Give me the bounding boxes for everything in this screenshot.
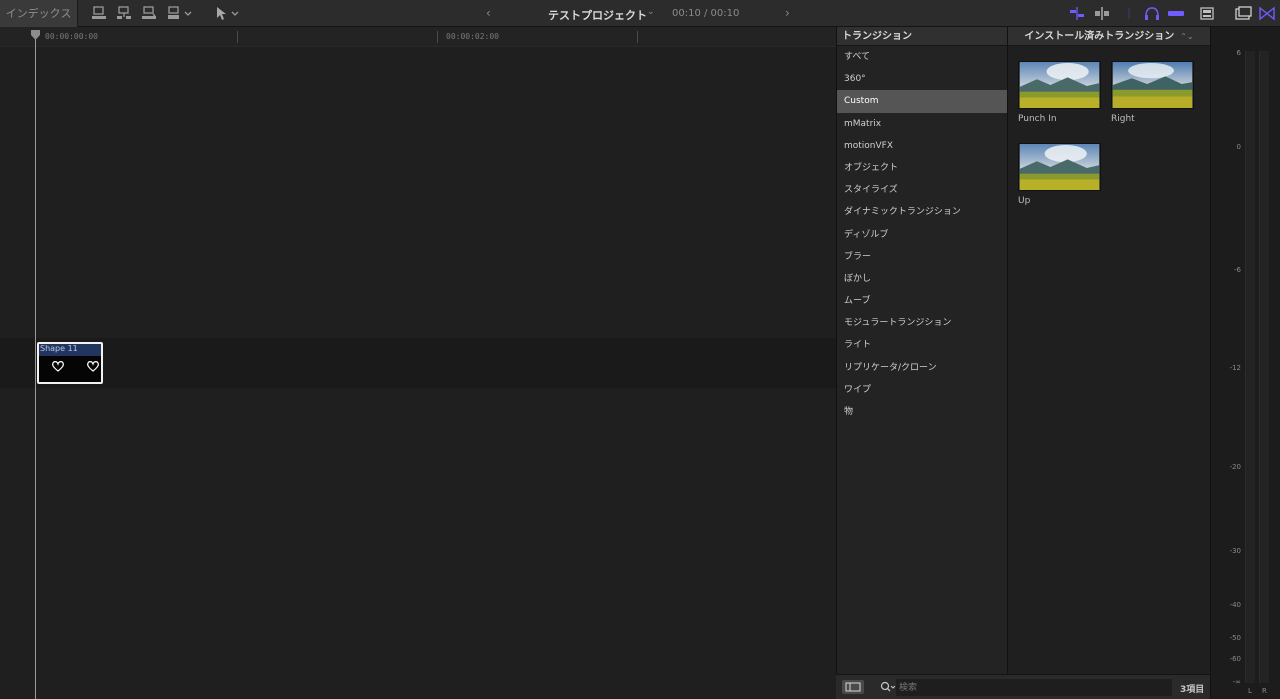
- category-item[interactable]: ぼかし: [837, 268, 1007, 290]
- timeline-ruler[interactable]: 00:00:00:00 00:00:02:00: [0, 27, 836, 47]
- category-item[interactable]: リプリケータ/クローン: [837, 357, 1007, 379]
- heart-icon: [52, 361, 64, 372]
- clip-appearance-icon[interactable]: [1198, 6, 1216, 21]
- category-list: すべて 360° Custom mMatrix motionVFX オブジェクト…: [837, 46, 1007, 423]
- sort-arrows-icon[interactable]: ⌃⌄: [1180, 32, 1193, 41]
- meter-scale-label: -50: [1229, 634, 1241, 642]
- transitions-browser-icon[interactable]: [1258, 6, 1276, 21]
- primary-storyline[interactable]: [0, 338, 836, 388]
- ruler-tick: [237, 31, 238, 43]
- headphones-icon[interactable]: [1143, 6, 1161, 21]
- category-item[interactable]: モジュラートランジション: [837, 312, 1007, 334]
- search-icon[interactable]: [880, 681, 896, 694]
- category-item[interactable]: ワイプ: [837, 379, 1007, 401]
- landscape-thumbnail-icon: [1112, 62, 1193, 108]
- transition-thumbnail[interactable]: [1018, 61, 1101, 109]
- category-item[interactable]: motionVFX: [837, 135, 1007, 157]
- meter-scale-label: -12: [1229, 364, 1241, 372]
- item-count: 3項目: [1180, 685, 1205, 695]
- ruler-tick: [437, 31, 438, 43]
- meter-channel-label: L: [1248, 687, 1252, 695]
- timeline-clip[interactable]: Shape 11: [37, 342, 103, 384]
- category-item[interactable]: ライト: [837, 334, 1007, 356]
- sidebar-toggle-button[interactable]: [842, 680, 864, 694]
- transition-categories: トランジション すべて 360° Custom mMatrix motionVF…: [836, 27, 1007, 699]
- transitions-browser: インストール済みトランジション ⌃⌄ Punch In Right Up: [1007, 27, 1210, 699]
- snapping-icon[interactable]: [1093, 6, 1111, 21]
- index-button[interactable]: インデックス: [0, 0, 78, 27]
- tool-chevron-icon[interactable]: [230, 5, 240, 22]
- meter-scale-label: -∞: [1232, 678, 1241, 686]
- thumbnail-label: Right: [1111, 114, 1135, 124]
- category-item[interactable]: 物: [837, 401, 1007, 423]
- category-item[interactable]: スタイライズ: [837, 179, 1007, 201]
- append-clip-icon[interactable]: [140, 5, 158, 22]
- landscape-thumbnail-icon: [1019, 144, 1100, 190]
- meter-channel-label: R: [1262, 687, 1267, 695]
- category-item[interactable]: 360°: [837, 68, 1007, 90]
- heart-icon: [87, 361, 99, 372]
- timeline[interactable]: 00:00:00:00 00:00:02:00 Shape 11: [0, 27, 836, 699]
- effects-browser-icon[interactable]: [1234, 6, 1252, 21]
- transition-thumbnail[interactable]: [1018, 143, 1101, 191]
- overwrite-clip-icon[interactable]: [166, 5, 184, 22]
- transition-thumbnail[interactable]: [1111, 61, 1194, 109]
- connect-clip-icon[interactable]: [90, 5, 108, 22]
- category-item[interactable]: すべて: [837, 46, 1007, 68]
- meter-scale-label: 6: [1236, 49, 1241, 57]
- toolbar: インデックス ‹ テストプロジェクト ⌄ 00:10 / 00:10 ›: [0, 0, 1280, 27]
- ruler-label: 00:00:00:00: [45, 32, 98, 41]
- skimming-icon[interactable]: [1068, 6, 1086, 21]
- ruler-tick: [637, 31, 638, 43]
- browser-title: インストール済みトランジション: [1024, 31, 1175, 42]
- timecode-display: 00:10 / 00:10: [672, 8, 740, 19]
- thumbnail-label: Punch In: [1018, 114, 1057, 124]
- back-arrow-icon[interactable]: ‹: [486, 6, 491, 20]
- meter-scale-label: -20: [1229, 463, 1241, 471]
- forward-arrow-icon[interactable]: ›: [785, 6, 790, 20]
- audio-skimming-icon[interactable]: [1120, 6, 1138, 21]
- clip-thumbnail: [39, 356, 101, 382]
- browser-bottom-bar: 3項目: [836, 674, 1210, 699]
- audio-meter: 6 0 -6 -12 -20 -30 -40 -50 -60 -∞ L R: [1210, 27, 1280, 699]
- meter-scale-label: 0: [1236, 143, 1241, 151]
- sidebar-icon: [845, 682, 861, 692]
- project-title[interactable]: テストプロジェクト: [548, 7, 647, 23]
- playhead-marker-icon[interactable]: [31, 30, 40, 40]
- thumbnail-label: Up: [1018, 196, 1031, 206]
- insert-clip-icon[interactable]: [115, 5, 133, 22]
- meter-channel-left: [1245, 51, 1255, 683]
- category-item-selected[interactable]: Custom: [837, 90, 1007, 113]
- category-item[interactable]: オブジェクト: [837, 157, 1007, 179]
- ruler-label: 00:00:02:00: [446, 32, 499, 41]
- meter-scale-label: -6: [1234, 266, 1241, 274]
- category-item[interactable]: ディゾルブ: [837, 224, 1007, 246]
- category-item[interactable]: mMatrix: [837, 113, 1007, 135]
- solo-icon[interactable]: [1167, 6, 1185, 21]
- category-item[interactable]: ダイナミックトランジション: [837, 201, 1007, 223]
- meter-scale-label: -30: [1229, 547, 1241, 555]
- clip-name: Shape 11: [40, 344, 78, 353]
- edit-options-chevron-icon[interactable]: [183, 5, 193, 22]
- playhead[interactable]: [35, 37, 36, 699]
- landscape-thumbnail-icon: [1019, 62, 1100, 108]
- meter-scale-label: -60: [1229, 655, 1241, 663]
- search-input[interactable]: [896, 679, 1172, 696]
- browser-header[interactable]: インストール済みトランジション ⌃⌄: [1008, 27, 1210, 46]
- meter-scale-label: -40: [1229, 601, 1241, 609]
- project-menu-chevron-icon[interactable]: ⌄: [647, 7, 655, 17]
- category-item[interactable]: ムーブ: [837, 290, 1007, 312]
- category-item[interactable]: ブラー: [837, 246, 1007, 268]
- categories-header: トランジション: [837, 27, 1007, 46]
- meter-channel-right: [1259, 51, 1269, 683]
